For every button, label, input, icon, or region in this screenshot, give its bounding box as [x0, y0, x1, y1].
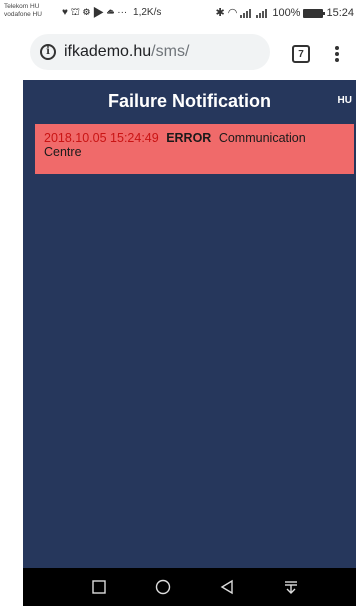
- network-speed: 1,2K/s: [133, 7, 162, 18]
- carrier-1: Telekom HU: [4, 3, 40, 10]
- carrier-names: Telekom HU vodafone HU: [4, 3, 62, 19]
- signal-icon-1: [240, 8, 252, 18]
- notification-icons-glyphs: ♥ ⛫ ⚙ ▶ ☁ ···: [62, 7, 128, 18]
- battery-percent: 100%: [272, 7, 301, 19]
- app-header: Failure Notification HU: [23, 80, 356, 120]
- notification-icons: ♥ ⛫ ⚙ ▶ ☁ ··· 1,2K/s: [62, 7, 161, 19]
- language-switch[interactable]: HU: [338, 95, 352, 106]
- carrier-2: vodafone HU: [4, 11, 42, 18]
- wifi-icon: ◠: [227, 7, 238, 19]
- battery-icon: [303, 8, 326, 18]
- status-bar: Telekom HU vodafone HU ♥ ⛫ ⚙ ▶ ☁ ··· 1,2…: [0, 0, 356, 26]
- tab-switcher-button[interactable]: 7: [292, 45, 310, 63]
- signal-icon-2: [256, 8, 268, 18]
- page-title: Failure Notification: [107, 91, 271, 111]
- notification-pull-icon[interactable]: [271, 568, 311, 606]
- url-path: /sms/: [151, 43, 190, 60]
- url-text[interactable]: ifkademo.hu/sms/: [64, 43, 189, 61]
- url-host: ifkademo.hu: [64, 43, 152, 60]
- recent-apps-icon[interactable]: [79, 568, 119, 606]
- info-icon[interactable]: i: [40, 44, 56, 60]
- clock: 15:24: [326, 7, 354, 19]
- browser-toolbar: i ifkademo.hu/sms/ 7: [0, 26, 356, 80]
- app-container: Failure Notification HU 2018.10.05 15:24…: [23, 80, 356, 568]
- browser-menu-icon[interactable]: [333, 44, 341, 64]
- back-icon[interactable]: [207, 568, 247, 606]
- status-right: ✱ ◠ 100% 15:24: [216, 7, 355, 19]
- bluetooth-icon: ✱: [215, 7, 225, 19]
- notification-timestamp: 2018.10.05 15:24:49: [44, 131, 159, 145]
- system-nav-bar: [23, 568, 356, 606]
- address-bar[interactable]: i ifkademo.hu/sms/: [30, 34, 270, 70]
- notification-item[interactable]: 2018.10.05 15:24:49 ERROR Communication …: [35, 124, 354, 174]
- home-icon[interactable]: [143, 568, 183, 606]
- notification-level: ERROR: [166, 131, 212, 145]
